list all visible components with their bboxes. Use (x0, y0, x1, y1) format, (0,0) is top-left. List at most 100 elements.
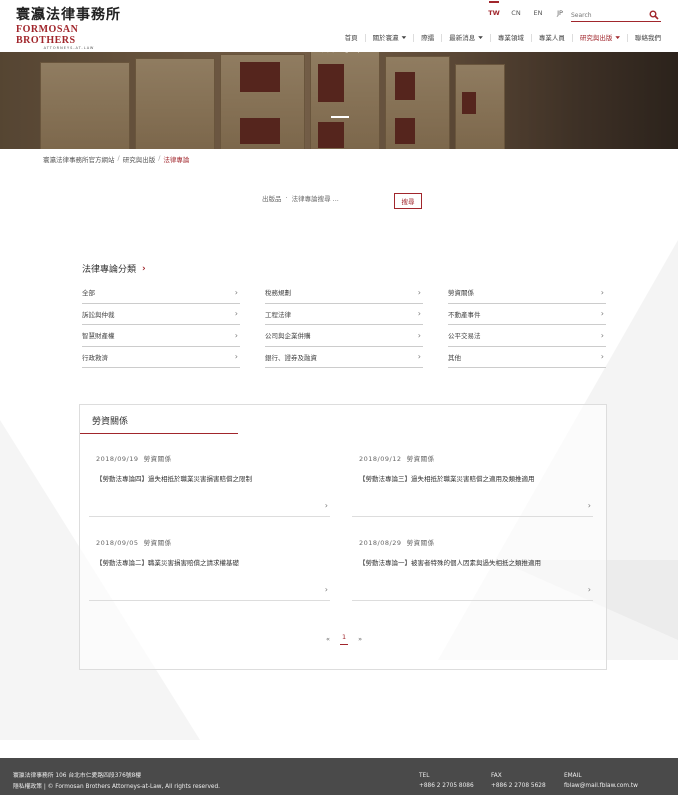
article-title[interactable]: 【勞動法專論三】過失相抵於職業災害賠償之適用及類推適用 (359, 473, 597, 483)
article-tag: 勞資關係 (406, 539, 435, 547)
search-input[interactable] (571, 9, 643, 21)
logo-cn: 寰瀛法律事務所 (16, 7, 121, 23)
category-heading: 法律專論分類 › (82, 262, 146, 276)
article-title[interactable]: 【勞動法專論一】被害者特殊的個人因素與過失相抵之類推適用 (359, 557, 597, 567)
footer-tel: TEL +886 2 2705 8086 (419, 771, 474, 791)
chevron-right-icon: › (417, 330, 421, 340)
article-date: 2018/08/29 (359, 539, 402, 547)
category-item-label: 全部 (82, 289, 95, 298)
panel-title-underline (80, 433, 238, 434)
article-tag: 勞資關係 (406, 455, 435, 463)
breadcrumb-home[interactable]: 寰瀛法律事務所官方網站 (43, 154, 115, 164)
category-list: 全部 › 稅務規劃 › 勞資關係 › 訴訟與仲裁 › 工程法律 › 不動產事件 › 智慧財產… (82, 282, 607, 368)
category-item-label: 公平交易法 (448, 332, 481, 341)
article-tag: 勞資關係 (143, 539, 172, 547)
category-item-label: 行政救濟 (82, 353, 108, 362)
article-card[interactable]: 2018/09/05 勞資關係 【勞動法專論二】職業災害損害賠償之請求權基礎 › (89, 527, 330, 601)
category-item-label: 銀行、證券及融資 (265, 353, 317, 362)
footer-tel-label: TEL (419, 773, 430, 779)
article-date: 2018/09/05 (96, 539, 139, 547)
category-item[interactable]: 公司與企業併購 › (265, 325, 423, 347)
chevron-right-icon: › (234, 352, 238, 362)
category-item[interactable]: 全部 › (82, 282, 240, 304)
filter-dot: · (285, 194, 288, 202)
article-meta: 2018/09/19 勞資關係 (96, 453, 172, 463)
breadcrumb-separator: / (117, 154, 120, 162)
category-heading-label: 法律專論分類 (82, 265, 137, 275)
chevron-right-icon: › (234, 309, 238, 319)
article-card[interactable]: 2018/09/19 勞資關係 【勞動法專論四】過失相抵於職業災害損害賠償之限制… (89, 443, 330, 517)
lang-cn[interactable]: CN (505, 9, 527, 17)
footer-email: EMAIL fblaw@mail.fblaw.com.tw (564, 771, 638, 791)
category-item[interactable]: 訴訟與仲裁 › (82, 304, 240, 325)
page-title: 法律專論 (310, 40, 367, 55)
breadcrumb-separator: / (158, 154, 161, 162)
chevron-right-icon: › (600, 309, 604, 319)
article-tag: 勞資關係 (143, 455, 172, 463)
article-date: 2018/09/12 (359, 455, 402, 463)
category-item-label: 公司與企業併購 (265, 332, 311, 341)
footer-info: 寰瀛法律事務所 106 台北市仁愛路四段376號8樓 隱私權政策 | © For… (13, 771, 220, 793)
category-item[interactable]: 稅務規劃 › (265, 282, 423, 304)
article-meta: 2018/08/29 勞資關係 (359, 537, 435, 547)
footer-copyright[interactable]: 隱私權政策 | © Formosan Brothers Attorneys-at… (13, 782, 220, 793)
article-card[interactable]: 2018/08/29 勞資關係 【勞動法專論一】被害者特殊的個人因素與過失相抵之… (352, 527, 593, 601)
publication-filter: 出版品 · 法律專論搜尋 ... (262, 193, 382, 203)
category-item-label: 訴訟與仲裁 (82, 310, 115, 319)
search-submit-button[interactable]: 搜尋 (394, 193, 422, 209)
chevron-right-icon: › (600, 352, 604, 362)
footer-tel-value[interactable]: +886 2 2705 8086 (419, 781, 474, 791)
chevron-right-icon[interactable]: › (325, 501, 328, 510)
panel-title: 勞資關係 (92, 417, 129, 427)
category-item[interactable]: 不動產事件 › (448, 304, 606, 325)
lang-en[interactable]: EN (527, 9, 549, 17)
article-date: 2018/09/19 (96, 455, 139, 463)
category-item[interactable]: 智慧財產權 › (82, 325, 240, 347)
publication-select[interactable]: 法律專論搜尋 ... (292, 193, 382, 203)
title-underline (331, 116, 349, 118)
chevron-right-icon: › (142, 263, 146, 274)
lang-jp[interactable]: JP (549, 9, 571, 17)
footer-fax: FAX +886 2 2708 5628 (491, 771, 546, 791)
category-item-label: 其他 (448, 353, 461, 362)
pager-page-1[interactable]: 1 (339, 633, 349, 645)
chevron-right-icon: › (417, 287, 421, 297)
category-item[interactable]: 勞資關係 › (448, 282, 606, 304)
chevron-right-icon[interactable]: › (588, 585, 591, 594)
lang-tw[interactable]: TW (483, 1, 505, 17)
category-item[interactable]: 工程法律 › (265, 304, 423, 325)
chevron-right-icon[interactable]: › (325, 585, 328, 594)
chevron-right-icon: › (417, 309, 421, 319)
category-item-label: 不動產事件 (448, 310, 481, 319)
article-card[interactable]: 2018/09/12 勞資關係 【勞動法專論三】過失相抵於職業災害賠償之適用及類… (352, 443, 593, 517)
breadcrumb: 寰瀛法律事務所官方網站 / 研究與出版 / 法律專論 (43, 154, 189, 164)
filter-category-label: 出版品 (262, 195, 282, 203)
article-title[interactable]: 【勞動法專論四】過失相抵於職業災害損害賠償之限制 (96, 473, 334, 483)
pager-prev-button[interactable]: « (326, 635, 330, 643)
chevron-right-icon: › (600, 287, 604, 297)
category-item[interactable]: 公平交易法 › (448, 325, 606, 347)
footer-fax-value: +886 2 2708 5628 (491, 783, 546, 789)
pager-next-button[interactable]: » (358, 635, 362, 643)
footer-email-label: EMAIL (564, 773, 582, 779)
chevron-right-icon: › (600, 330, 604, 340)
article-panel: 勞資關係 2018/09/19 勞資關係 【勞動法專論四】過失相抵於職業災害損害… (79, 404, 607, 670)
header-search (571, 9, 661, 22)
category-item[interactable]: 銀行、證券及融資 › (265, 347, 423, 368)
hero-banner (0, 52, 678, 149)
article-meta: 2018/09/12 勞資關係 (359, 453, 435, 463)
article-meta: 2018/09/05 勞資關係 (96, 537, 172, 547)
category-item-label: 稅務規劃 (265, 289, 291, 298)
breadcrumb-research[interactable]: 研究與出版 (123, 154, 156, 164)
category-item-label: 智慧財產權 (82, 332, 115, 341)
breadcrumb-current: 法律專論 (163, 156, 190, 164)
footer-email-value[interactable]: fblaw@mail.fblaw.com.tw (564, 781, 638, 791)
search-icon[interactable] (649, 10, 659, 20)
chevron-right-icon: › (234, 330, 238, 340)
chevron-right-icon[interactable]: › (588, 501, 591, 510)
chevron-right-icon: › (417, 352, 421, 362)
category-item[interactable]: 其他 › (448, 347, 606, 368)
category-item-label: 工程法律 (265, 310, 291, 319)
article-title[interactable]: 【勞動法專論二】職業災害損害賠償之請求權基礎 (96, 557, 334, 567)
category-item[interactable]: 行政救濟 › (82, 347, 240, 368)
